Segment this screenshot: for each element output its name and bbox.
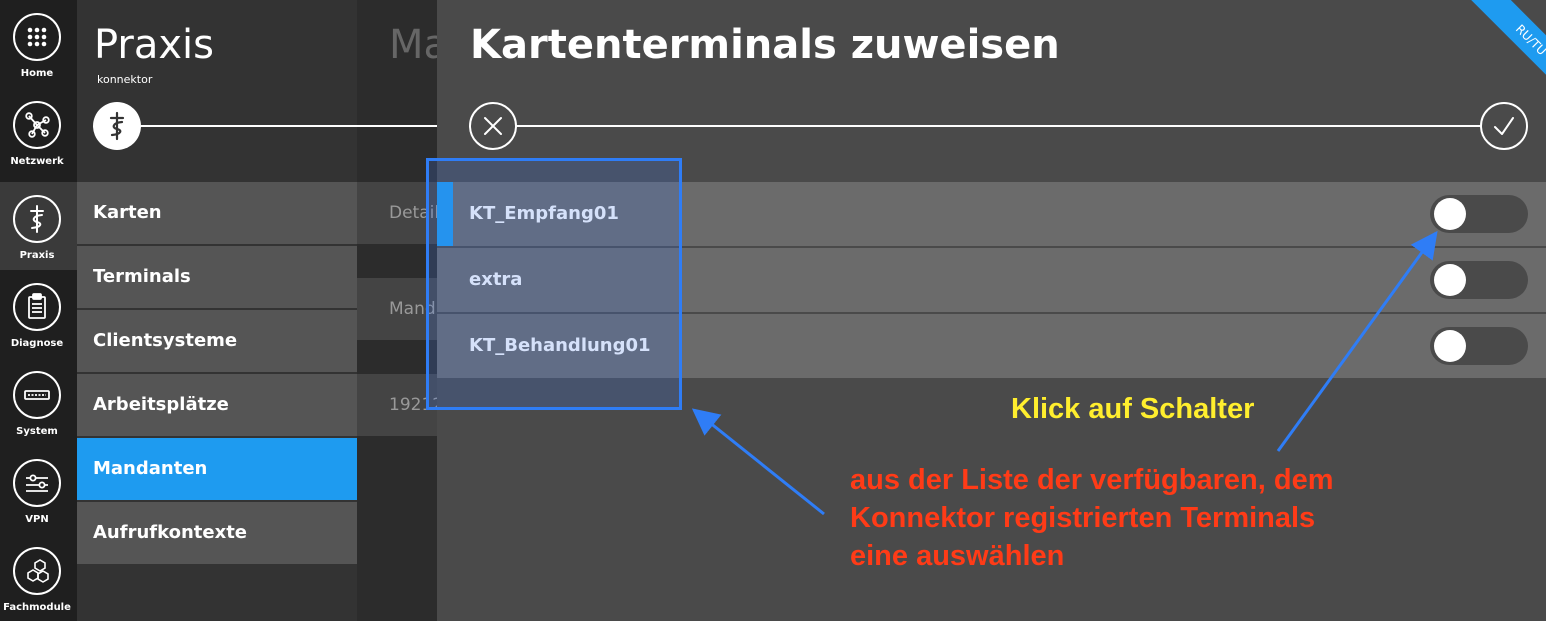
- rail-label: VPN: [25, 514, 49, 525]
- rail-item-system[interactable]: System: [0, 358, 77, 446]
- mandanten-detail-column: Ma Detail Mand 19212: [357, 0, 437, 621]
- clipboard-icon: [13, 283, 61, 331]
- rail-label: Netzwerk: [10, 156, 64, 167]
- check-icon: [1494, 117, 1514, 135]
- confirm-button[interactable]: [1480, 102, 1528, 150]
- menu-item-arbeitsplaetze[interactable]: Arbeitsplätze: [77, 374, 357, 436]
- toggle-knob: [1434, 264, 1466, 296]
- environment-ribbon: RU/TU: [1446, 0, 1546, 100]
- device-icon: [13, 371, 61, 419]
- toggle-knob: [1434, 330, 1466, 362]
- rail-label: Fachmodule: [3, 602, 71, 613]
- annotation-highlight-box: [426, 158, 682, 410]
- rail-item-praxis[interactable]: Praxis: [0, 182, 77, 270]
- rail-item-netzwerk[interactable]: Netzwerk: [0, 88, 77, 176]
- rail-item-diagnose[interactable]: Diagnose: [0, 270, 77, 358]
- caduceus-icon: [93, 102, 141, 150]
- menu-item-terminals[interactable]: Terminals: [77, 246, 357, 308]
- terminal-toggle[interactable]: [1430, 195, 1528, 233]
- close-icon: [484, 117, 502, 135]
- close-button[interactable]: [469, 102, 517, 150]
- hexagons-icon: [13, 547, 61, 595]
- terminal-toggle[interactable]: [1430, 261, 1528, 299]
- app-icon-rail: Home Netzwerk Praxis Diagnose System VPN…: [0, 0, 77, 621]
- annotation-line: Konnektor registrierten Terminals: [850, 502, 1316, 534]
- detail-row[interactable]: Mand: [357, 278, 437, 340]
- breadcrumb-line: [357, 125, 437, 127]
- rail-label: System: [16, 426, 58, 437]
- terminal-toggle[interactable]: [1430, 327, 1528, 365]
- annotation-note-red: aus der Liste der verfügbaren, dem Konne…: [850, 461, 1333, 575]
- caduceus-icon: [13, 195, 61, 243]
- breadcrumb-line: [141, 125, 357, 127]
- annotation-line: aus der Liste der verfügbaren, dem: [850, 464, 1334, 496]
- rail-item-vpn[interactable]: VPN: [0, 446, 77, 534]
- annotation-note-yellow: Klick auf Schalter: [1011, 393, 1255, 425]
- toggle-knob: [1434, 198, 1466, 230]
- network-icon: [13, 101, 61, 149]
- rail-item-home[interactable]: Home: [0, 0, 77, 88]
- vpn-icon: [13, 459, 61, 507]
- menu-item-aufrufkontexte[interactable]: Aufrufkontexte: [77, 502, 357, 564]
- rail-label: Home: [20, 68, 54, 79]
- annotation-line: eine auswählen: [850, 540, 1065, 572]
- detail-row[interactable]: Detail: [357, 182, 437, 244]
- breadcrumb-line: [493, 125, 1481, 127]
- menu-title: Praxis: [94, 22, 214, 68]
- menu-item-karten[interactable]: Karten: [77, 182, 357, 244]
- menu-item-mandanten[interactable]: Mandanten: [77, 438, 357, 500]
- rail-label: Diagnose: [10, 338, 64, 349]
- rail-item-fachmodule[interactable]: Fachmodule: [0, 534, 77, 621]
- detail-row[interactable]: 19212: [357, 374, 437, 436]
- column-title: Ma: [389, 22, 437, 68]
- panel-title: Kartenterminals zuweisen: [470, 22, 1060, 68]
- menu-subtitle: konnektor: [97, 73, 153, 86]
- rail-label: Praxis: [19, 250, 55, 261]
- ribbon-label: RU/TU: [1468, 0, 1546, 100]
- grid-icon: [13, 13, 61, 61]
- menu-item-clientsysteme[interactable]: Clientsysteme: [77, 310, 357, 372]
- praxis-menu: Praxis konnektor Karten Terminals Client…: [77, 0, 357, 621]
